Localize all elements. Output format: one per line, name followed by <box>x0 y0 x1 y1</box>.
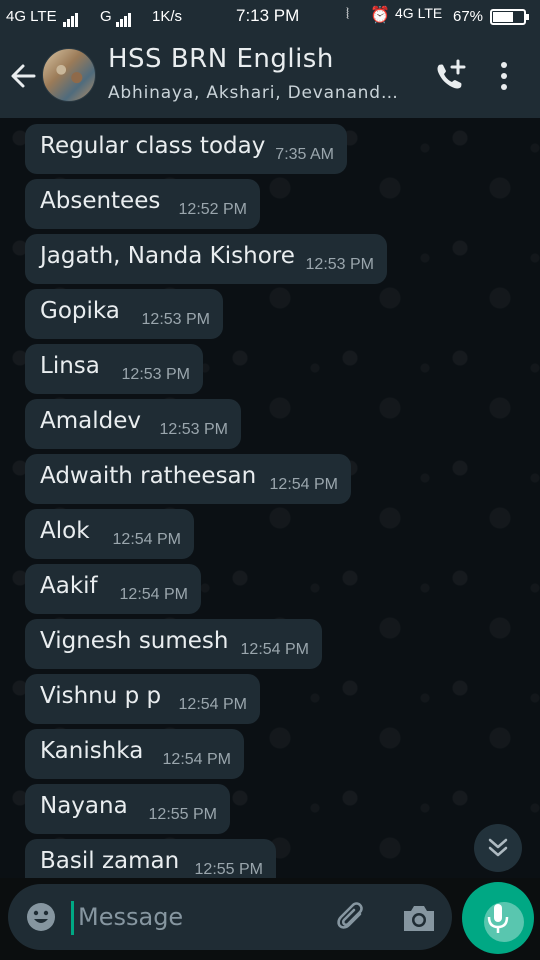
message-bubble[interactable]: Nayana 12:55 PM <box>25 784 230 834</box>
message-bubble[interactable]: Adwaith ratheesan 12:54 PM <box>25 454 351 504</box>
message-time: 12:53 PM <box>141 311 210 328</box>
message-bubble[interactable]: Gopika 12:53 PM <box>25 289 223 339</box>
message-time: 12:54 PM <box>240 641 309 658</box>
group-title[interactable]: HSS BRN English <box>108 44 334 74</box>
message-time: 12:55 PM <box>194 861 263 878</box>
group-avatar[interactable] <box>42 48 96 102</box>
message-composer <box>8 884 452 950</box>
attach-button[interactable] <box>333 899 371 937</box>
network-label-2: G <box>100 8 112 25</box>
message-bubble[interactable]: Amaldev 12:53 PM <box>25 399 241 449</box>
paperclip-icon <box>337 902 363 929</box>
emoji-icon <box>27 903 55 931</box>
message-text: Vignesh sumesh <box>40 628 229 654</box>
signal-icon-2 <box>116 10 132 27</box>
back-button[interactable] <box>6 56 42 96</box>
message-bubble[interactable]: Alok 12:54 PM <box>25 509 194 559</box>
message-time: 12:54 PM <box>269 476 338 493</box>
message-text: Kanishka <box>40 738 144 764</box>
clock: 7:13 PM <box>236 6 300 25</box>
message-text: Absentees <box>40 188 161 214</box>
message-list[interactable]: Regular class today 7:35 AM Absentees 12… <box>0 118 540 878</box>
message-text: Jagath, Nanda Kishore <box>40 243 295 269</box>
message-time: 12:54 PM <box>119 586 188 603</box>
more-vert-icon <box>501 62 507 90</box>
message-bubble[interactable]: Regular class today 7:35 AM <box>25 124 347 174</box>
message-text: Amaldev <box>40 408 141 434</box>
message-text: Vishnu p p <box>40 683 162 709</box>
message-bubble[interactable]: Absentees 12:52 PM <box>25 179 260 229</box>
double-chevron-down-icon <box>488 838 508 857</box>
text-cursor <box>71 901 74 935</box>
scroll-to-bottom-button[interactable] <box>474 824 522 872</box>
message-text: Gopika <box>40 298 120 324</box>
message-time: 12:54 PM <box>162 751 231 768</box>
message-time: 12:52 PM <box>178 201 247 218</box>
battery-percent: 67% <box>453 8 484 25</box>
vibrate-icon: ⦚ <box>346 6 350 23</box>
message-time: 12:54 PM <box>178 696 247 713</box>
message-text: Regular class today <box>40 133 266 159</box>
message-text: Aakif <box>40 573 98 599</box>
message-time: 12:53 PM <box>159 421 228 438</box>
battery-icon <box>490 9 529 25</box>
add-call-button[interactable] <box>430 56 470 96</box>
message-bubble[interactable]: Vignesh sumesh 12:54 PM <box>25 619 322 669</box>
add-call-icon <box>437 59 466 89</box>
mic-icon <box>487 904 509 933</box>
camera-button[interactable] <box>400 900 438 936</box>
group-members[interactable]: Abhinaya, Akshari, Devananda… <box>108 83 408 103</box>
network-label-3: 4G LTE <box>395 5 443 21</box>
more-options-button[interactable] <box>490 56 518 96</box>
network-label: 4G LTE <box>6 8 57 25</box>
message-bubble[interactable]: Linsa 12:53 PM <box>25 344 203 394</box>
battery-level <box>493 12 513 22</box>
message-text: Alok <box>40 518 90 544</box>
message-bubble[interactable]: Jagath, Nanda Kishore 12:53 PM <box>25 234 387 284</box>
message-input[interactable] <box>78 896 318 938</box>
message-time: 12:53 PM <box>121 366 190 383</box>
chat-header: HSS BRN English Abhinaya, Akshari, Devan… <box>0 34 540 118</box>
message-text: Linsa <box>40 353 100 379</box>
message-time: 7:35 AM <box>275 146 334 163</box>
message-bubble[interactable]: Kanishka 12:54 PM <box>25 729 244 779</box>
message-time: 12:54 PM <box>112 531 181 548</box>
camera-icon <box>404 906 434 931</box>
message-time: 12:55 PM <box>148 806 217 823</box>
arrow-left-icon <box>11 64 36 88</box>
status-bar: 4G LTE G 1K/s 7:13 PM ⦚ ⏰ 4G LTE 67% <box>0 0 540 34</box>
data-speed: 1K/s <box>152 8 183 25</box>
message-bubble[interactable]: Basil zaman 12:55 PM <box>25 839 276 878</box>
message-text: Nayana <box>40 793 128 819</box>
voice-record-button[interactable] <box>462 882 534 954</box>
message-time: 12:53 PM <box>305 256 374 273</box>
emoji-button[interactable] <box>24 900 58 934</box>
message-bubble[interactable]: Aakif 12:54 PM <box>25 564 201 614</box>
alarm-icon: ⏰ <box>370 7 390 24</box>
signal-icon <box>63 10 79 27</box>
message-text: Adwaith ratheesan <box>40 463 257 489</box>
message-text: Basil zaman <box>40 848 180 874</box>
message-bubble[interactable]: Vishnu p p 12:54 PM <box>25 674 260 724</box>
